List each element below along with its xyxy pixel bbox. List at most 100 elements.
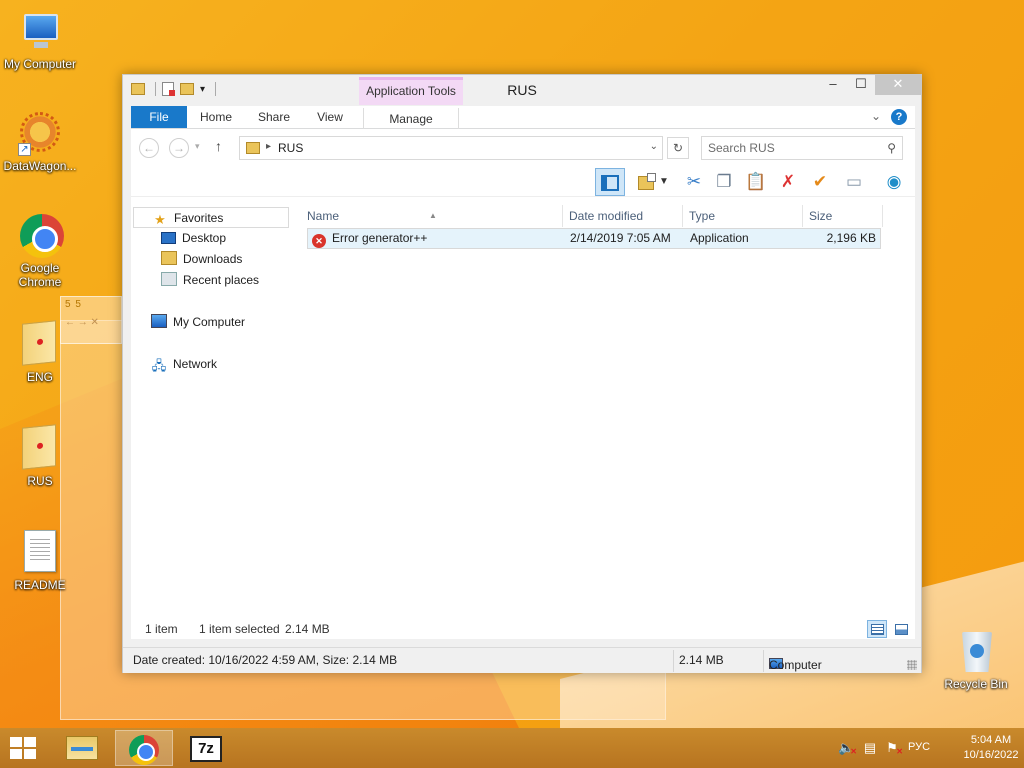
desktop-icon-label: My Computer — [3, 57, 77, 71]
status-bar: 1 item 1 item selected 2.14 MB — [131, 619, 915, 639]
recent-locations-chevron-icon[interactable]: ▾ — [195, 141, 200, 152]
title-bar[interactable]: ▾ Application Tools RUS – ☐ ✕ — [123, 75, 921, 105]
sidebar-item-label: Favorites — [174, 211, 224, 225]
sidebar-item-label: Desktop — [182, 231, 227, 245]
sidebar-item-network[interactable]: 🖧 Network — [151, 354, 217, 375]
delete-icon[interactable]: ✗ — [775, 170, 801, 194]
folder-options-button[interactable] — [633, 170, 659, 194]
breadcrumb-chevron-icon[interactable]: ▸ — [266, 141, 271, 152]
column-header-date-modified[interactable]: Date modified — [563, 205, 683, 227]
tab-home[interactable]: Home — [191, 106, 241, 128]
refresh-button[interactable]: ↻ — [667, 137, 689, 159]
details-view-button[interactable] — [867, 620, 887, 638]
item-count: 1 item — [145, 622, 178, 636]
recent-places-icon — [161, 272, 177, 286]
chrome-icon — [18, 214, 64, 258]
separator — [763, 650, 764, 672]
up-button[interactable]: ↑ — [215, 138, 222, 154]
selection-size: 2.14 MB — [285, 622, 330, 636]
taskbar-file-explorer-button[interactable] — [52, 730, 110, 766]
folder-options-dropdown-icon[interactable]: ▼ — [659, 170, 669, 194]
forward-button[interactable]: → — [169, 138, 189, 158]
close-button[interactable]: ✕ — [875, 75, 921, 95]
file-size-cell: 2,196 KB — [826, 231, 876, 245]
taskbar-chrome-button[interactable] — [115, 730, 173, 766]
tab-manage[interactable]: Manage — [363, 108, 459, 130]
ribbon-tabs: File Home Share View Manage ⌄ ? — [131, 106, 915, 130]
large-icons-view-button[interactable] — [891, 620, 911, 638]
breadcrumb-rus[interactable]: RUS — [278, 141, 303, 155]
clock[interactable]: 5:04 AM 10/16/2022 — [960, 733, 1022, 763]
address-dropdown-icon[interactable]: ⌄ — [650, 141, 658, 152]
sidebar-item-downloads[interactable]: Downloads — [161, 249, 242, 270]
volume-muted-icon[interactable]: 🔈 — [838, 740, 857, 760]
network-tray-icon[interactable]: ▤ — [862, 740, 878, 756]
back-button[interactable]: ← — [139, 138, 159, 158]
globe-icon[interactable]: ◉ — [881, 170, 907, 194]
large-icons-view-icon — [895, 624, 908, 635]
folder-icon — [246, 142, 260, 154]
start-button[interactable] — [10, 737, 38, 759]
desktop-icon-datawagon[interactable]: ↗ DataWagon... — [0, 112, 80, 173]
system-tray: 🔈 ▤ ⚑ РУС 5:04 AM 10/16/2022 — [824, 728, 1024, 768]
preview-pane-button[interactable] — [595, 168, 625, 196]
desktop-icon-my-computer[interactable]: My Computer — [0, 10, 80, 71]
folder-icon — [18, 320, 62, 366]
sidebar-item-label: My Computer — [173, 315, 246, 329]
details-bar: Date created: 10/16/2022 4:59 AM, Size: … — [123, 647, 921, 673]
background-window-title: 5 5 — [65, 299, 82, 310]
column-header-name[interactable]: Name ▲ — [301, 205, 563, 227]
column-header-type[interactable]: Type — [683, 205, 803, 227]
network-icon: 🖧 — [151, 358, 167, 373]
sidebar-item-my-computer[interactable]: My Computer — [151, 312, 245, 333]
sidebar-item-recent-places[interactable]: Recent places — [161, 270, 259, 291]
help-icon[interactable]: ? — [891, 109, 907, 125]
expand-ribbon-chevron-icon[interactable]: ⌄ — [871, 109, 881, 123]
sidebar-item-favorites[interactable]: ★ Favorites — [133, 207, 289, 228]
resize-grip-icon[interactable] — [907, 660, 917, 670]
my-computer-icon — [18, 10, 62, 54]
sidebar-item-label: Network — [173, 357, 218, 371]
tab-share[interactable]: Share — [249, 106, 299, 128]
desktop-icon-eng[interactable]: ENG — [0, 320, 80, 384]
downloads-folder-icon — [161, 251, 177, 265]
desktop-icon-google-chrome[interactable]: Google Chrome — [0, 214, 80, 289]
search-input[interactable] — [708, 141, 878, 155]
cut-icon[interactable]: ✂ — [681, 170, 707, 194]
desktop-icon-recycle-bin[interactable]: Recycle Bin — [936, 630, 1016, 691]
search-box[interactable]: ⚲ — [701, 136, 903, 160]
desktop-icon — [161, 232, 176, 244]
table-row[interactable]: ✕ Error generator++ 2/14/2019 7:05 AM App… — [307, 228, 881, 249]
desktop-icon-label: Recycle Bin — [944, 677, 1008, 691]
star-icon: ★ — [154, 212, 166, 227]
sidebar-item-label: Recent places — [183, 273, 260, 287]
file-details-info: Date created: 10/16/2022 4:59 AM, Size: … — [133, 653, 398, 667]
selection-count: 1 item selected — [199, 622, 280, 636]
column-header-label: Name — [307, 209, 340, 223]
taskbar: 7z 🔈 ▤ ⚑ РУС 5:04 AM 10/16/2022 — [0, 728, 1024, 768]
desktop-icon-readme[interactable]: README — [0, 530, 80, 592]
address-bar-row: ← → ▾ ↑ ▸ RUS ⌄ ↻ ⚲ — [131, 129, 915, 167]
file-type-cell: Application — [690, 231, 749, 245]
desktop-icon-label: DataWagon... — [3, 159, 77, 173]
minimize-button[interactable]: – — [819, 75, 847, 95]
check-icon[interactable]: ✔ — [807, 170, 833, 194]
taskbar-7zip-button[interactable]: 7z — [178, 730, 236, 766]
sidebar-item-desktop[interactable]: Desktop — [161, 228, 226, 249]
tab-view[interactable]: View — [305, 106, 355, 128]
copy-icon[interactable]: ❐ — [711, 170, 737, 194]
column-header-size[interactable]: Size — [803, 205, 883, 227]
file-list: Name ▲ Date modified Type Size ✕ Error ge… — [301, 197, 915, 639]
maximize-button[interactable]: ☐ — [847, 75, 875, 95]
sort-ascending-icon: ▲ — [429, 211, 437, 220]
address-field[interactable]: ▸ RUS ⌄ — [239, 136, 663, 160]
tab-file[interactable]: File — [131, 106, 187, 128]
window-controls: – ☐ ✕ — [819, 75, 921, 95]
rename-icon[interactable]: ▭ — [841, 170, 867, 194]
chrome-icon — [129, 735, 159, 765]
action-center-icon[interactable]: ⚑ — [884, 740, 903, 760]
desktop-icon-rus[interactable]: RUS — [0, 424, 80, 488]
recycle-bin-icon — [954, 630, 998, 674]
input-language-indicator[interactable]: РУС — [908, 741, 930, 753]
paste-icon[interactable]: 📋 — [743, 170, 769, 194]
